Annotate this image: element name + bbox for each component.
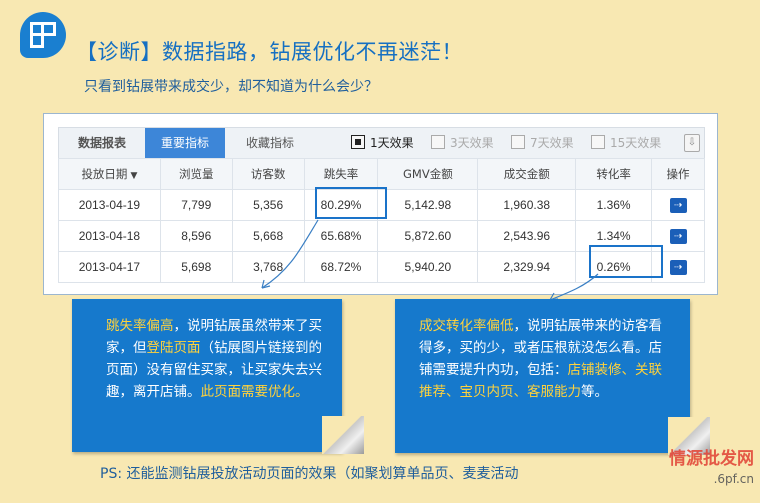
report-label: 数据报表: [77, 136, 126, 150]
cell-date: 2013-04-18: [58, 220, 161, 252]
col-date[interactable]: 投放日期 ▼: [58, 158, 161, 190]
checkbox-icon: [591, 135, 605, 149]
pointer-arrow-left: [261, 219, 319, 289]
page-subtitle: 只看到钻展带来成交少，却不知道为什么会少？: [84, 79, 378, 95]
cell-pageviews: 8,596: [159, 220, 233, 252]
col-visitors: 访客数: [231, 158, 305, 190]
details-arrow-icon[interactable]: ⇢: [669, 259, 687, 275]
cell-conversion: 1.36%: [575, 189, 653, 221]
watermark: 情源批发网 .6pf.cn: [669, 449, 754, 486]
cell-pageviews: 7,799: [159, 189, 233, 221]
table-header-row: 投放日期 ▼ 浏览量 访客数 跳失率 GMV金额 成交金额 转化率 操作: [58, 158, 705, 190]
effect-1day[interactable]: 1天效果: [351, 135, 414, 151]
cell-gmv: 5,872.60: [377, 220, 479, 252]
tab-favorite-metrics[interactable]: 收藏指标: [229, 128, 311, 158]
checkbox-icon: [351, 135, 365, 149]
callout-conversion: 成交转化率偏低，说明钻展带来的访客看得多，买的少，或者压根就没怎么看。店铺需要提…: [395, 299, 690, 453]
cell-gmv: 5,940.20: [377, 251, 479, 283]
page-title: 【诊断】数据指路，钻展优化不再迷茫！: [76, 40, 463, 64]
page-curl-decoration: [322, 416, 364, 454]
col-gmv: GMV金额: [377, 158, 479, 190]
cell-gmv: 5,142.98: [377, 189, 479, 221]
checkbox-icon: [431, 135, 445, 149]
cell-date: 2013-04-17: [58, 251, 161, 283]
col-actions: 操作: [651, 158, 705, 190]
data-report-panel: 数据报表 重要指标 收藏指标 1天效果 3天效果 7天效果 15天效果 ⇩ 投放…: [43, 113, 718, 295]
table-row: 2013-04-18 8,596 5,668 65.68% 5,872.60 2…: [58, 220, 705, 252]
col-conversion: 转化率: [575, 158, 653, 190]
details-arrow-icon[interactable]: ⇢: [669, 228, 687, 244]
cell-revenue: 1,960.38: [477, 189, 577, 221]
ps-note: PS: 还能监测钻展投放活动页面的效果（如聚划算单品页、麦麦活动: [100, 466, 519, 482]
checkbox-icon: [511, 135, 525, 149]
cell-revenue: 2,543.96: [477, 220, 577, 252]
cell-pageviews: 5,698: [159, 251, 233, 283]
effect-15day[interactable]: 15天效果: [591, 135, 661, 151]
details-arrow-icon[interactable]: ⇢: [669, 197, 687, 213]
table-row: 2013-04-19 7,799 5,356 80.29% 5,142.98 1…: [58, 189, 705, 221]
effect-3day[interactable]: 3天效果: [431, 135, 494, 151]
effect-7day[interactable]: 7天效果: [511, 135, 574, 151]
sort-down-icon: ▼: [130, 171, 138, 181]
tab-bar: 数据报表 重要指标 收藏指标 1天效果 3天效果 7天效果 15天效果 ⇩: [58, 127, 705, 159]
tab-key-metrics[interactable]: 重要指标: [145, 128, 225, 158]
col-revenue: 成交金额: [477, 158, 577, 190]
logo-icon: [20, 12, 66, 58]
metrics-table: 投放日期 ▼ 浏览量 访客数 跳失率 GMV金额 成交金额 转化率 操作 2013…: [58, 158, 705, 283]
download-icon[interactable]: ⇩: [684, 134, 700, 152]
callout-bounce-rate: 跳失率偏高，说明钻展虽然带来了买家，但登陆页面（钻展图片链接到的页面）没有留住买…: [72, 299, 342, 452]
col-bounce-rate: 跳失率: [303, 158, 379, 190]
cell-conversion: 1.34%: [575, 220, 653, 252]
col-pageviews: 浏览量: [159, 158, 233, 190]
cell-date: 2013-04-19: [58, 189, 161, 221]
